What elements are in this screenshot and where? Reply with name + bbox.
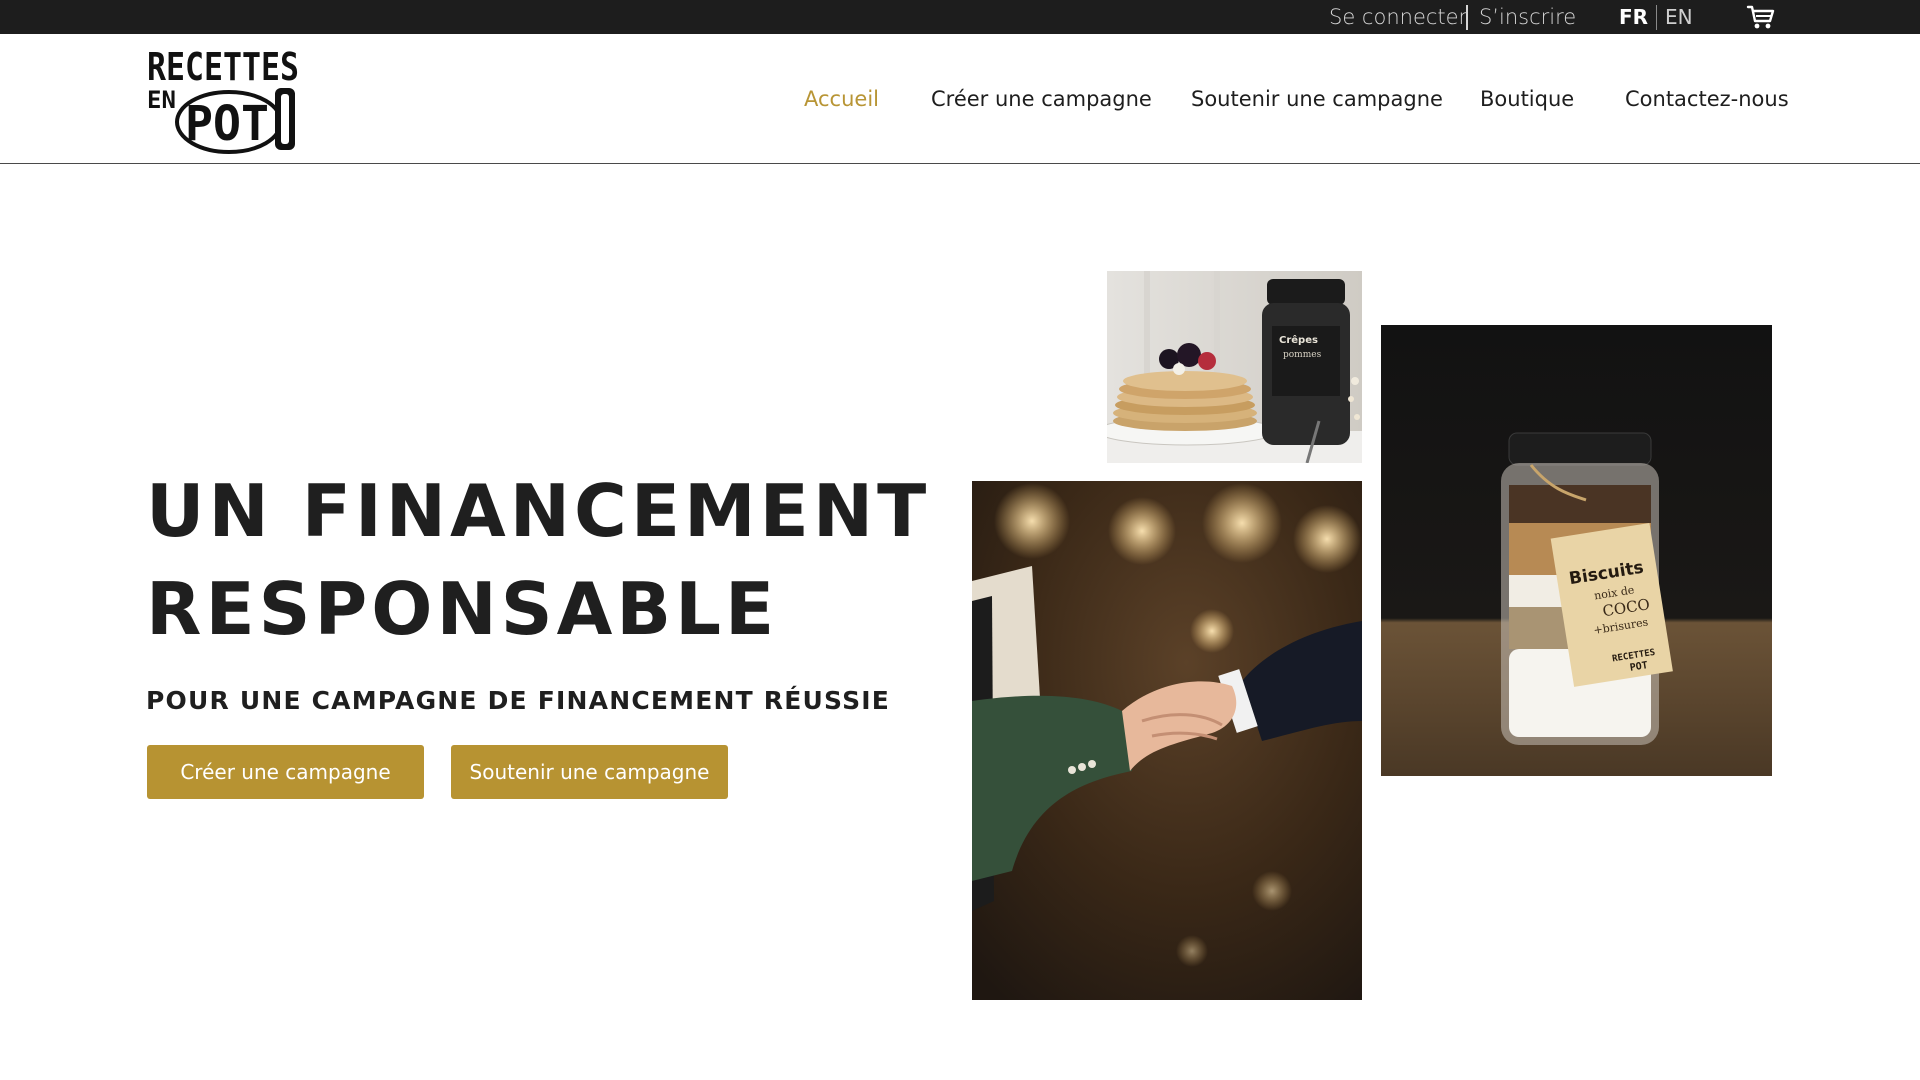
cart-icon[interactable] [1746,4,1776,30]
login-link[interactable]: Se connecter [1329,0,1467,34]
signup-link[interactable]: S’inscrire [1479,0,1576,34]
nav-shop[interactable]: Boutique [1480,34,1574,164]
crepes-photo: Crêpes pommes [1107,271,1362,463]
top-utility-bar: Se connecter S’inscrire FR EN [0,0,1920,34]
support-campaign-button[interactable]: Soutenir une campagne [451,745,728,799]
nav-support-campaign[interactable]: Soutenir une campagne [1191,34,1443,164]
svg-text:RECETTES: RECETTES [147,46,299,89]
language-divider [1656,5,1657,30]
hero-title-line-1: UN FINANCEMENT [146,469,931,553]
language-fr[interactable]: FR [1619,0,1648,34]
auth-divider [1466,5,1468,30]
handshake-photo [972,481,1362,1000]
create-campaign-button[interactable]: Créer une campagne [147,745,424,799]
main-header: RECETTES EN POT Accueil Créer une campag… [0,34,1920,164]
biscuit-jar-photo: Biscuits noix de COCO +brisures RECETTES… [1381,325,1772,776]
nav-contact[interactable]: Contactez-nous [1625,34,1789,164]
svg-text:POT: POT [185,96,269,152]
crepes-jar-label: Crêpes [1279,334,1318,346]
site-logo[interactable]: RECETTES EN POT [145,45,301,154]
language-en[interactable]: EN [1665,0,1693,34]
crepes-jar-sublabel: pommes [1283,350,1322,360]
nav-create-campaign[interactable]: Créer une campagne [931,34,1152,164]
hero-subtitle: POUR UNE CAMPAGNE DE FINANCEMENT RÉUSSIE [146,686,891,715]
nav-home[interactable]: Accueil [804,34,879,164]
svg-text:EN: EN [147,86,176,114]
hero-title-line-2: RESPONSABLE [146,567,779,651]
hero-title: UN FINANCEMENT RESPONSABLE [146,462,946,658]
